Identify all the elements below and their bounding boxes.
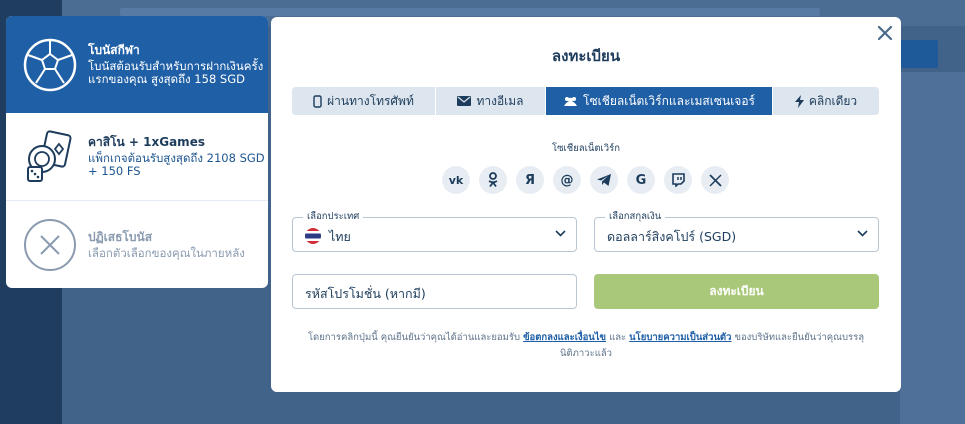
terms-and-conditions-link[interactable]: ข้อตกลงและเงื่อนไข — [523, 332, 606, 343]
sports-bonus-option[interactable]: โบนัสกีฬา โบนัสต้อนรับสำหรับการฝากเงินคร… — [6, 16, 268, 113]
chevron-down-icon — [555, 230, 566, 237]
tab-email-label: ทางอีเมล — [476, 93, 524, 108]
register-button[interactable]: ลงทะเบียน — [594, 274, 879, 309]
telegram-icon — [597, 174, 611, 186]
registration-method-tabs: ผ่านทางโทรศัพท์ ทางอีเมล โซเชียลเน็ตเวิร… — [292, 87, 879, 115]
decline-bonus-option[interactable]: ปฏิเสธโบนัส เลือกตัวเลือกของคุณในภายหลัง — [6, 202, 268, 288]
modal-title: ลงทะเบียน — [551, 47, 621, 65]
phone-icon — [313, 94, 322, 108]
casino-bonus-option[interactable]: คาสิโน + 1xGames แพ็กเกจต้อนรับสูงสุดถึง… — [6, 113, 268, 201]
lightning-icon — [794, 94, 804, 108]
promo-code-field[interactable]: รหัสโปรโมชั่น (หากมี) — [292, 274, 577, 309]
vk-icon: vk — [448, 173, 464, 187]
tab-one-click-label: คลิกเดียว — [808, 93, 858, 108]
casino-bonus-title: คาสิโน + 1xGames — [88, 134, 205, 149]
telegram-login-button[interactable] — [590, 166, 618, 194]
decline-bonus-title: ปฏิเสธโบนัส — [88, 229, 153, 244]
background-button — [900, 40, 938, 68]
bonus-selection-panel: โบนัสกีฬา โบนัสต้อนรับสำหรับการฝากเงินคร… — [6, 16, 268, 288]
soccer-ball-icon — [23, 38, 77, 91]
google-icon: G — [635, 172, 647, 188]
envelope-icon — [457, 96, 472, 106]
country-select-value: ไทย — [329, 229, 351, 244]
google-login-button[interactable]: G — [627, 166, 655, 194]
terms-notice: โดยการคลิกปุ่มนี้ คุณยืนยันว่าคุณได้อ่าน… — [293, 330, 879, 362]
mail-at-icon: @ — [560, 172, 574, 188]
chevron-down-icon — [857, 230, 868, 237]
currency-select-label: เลือกสกุลเงิน — [605, 211, 666, 223]
tab-phone[interactable]: ผ่านทางโทรศัพท์ — [292, 87, 436, 115]
background-column — [900, 72, 965, 424]
registration-modal: ลงทะเบียน ผ่านทางโทรศัพท์ ทางอีเมล โซเชี… — [271, 17, 901, 392]
country-select-label: เลือกประเทศ — [303, 211, 364, 223]
close-icon[interactable] — [877, 25, 893, 41]
odnoklassniki-icon — [488, 172, 498, 188]
twitch-icon — [671, 173, 685, 187]
yandex-icon: Я — [524, 172, 535, 188]
thailand-flag-icon — [305, 228, 321, 244]
terms-text-start: โดยการคลิกปุ่มนี้ คุณยืนยันว่าคุณได้อ่าน… — [307, 332, 524, 343]
background-topbar-text — [120, 8, 820, 16]
country-select[interactable]: เลือกประเทศ ไทย — [292, 211, 577, 252]
close-circle-icon — [24, 219, 76, 271]
sports-bonus-title: โบนัสกีฬา — [88, 42, 140, 57]
x-login-button[interactable] — [701, 166, 729, 194]
currency-select[interactable]: เลือกสกุลเงิน ดอลลาร์สิงคโปร์ (SGD) — [594, 211, 879, 252]
tab-phone-label: ผ่านทางโทรศัพท์ — [327, 93, 414, 108]
tab-email[interactable]: ทางอีเมล — [436, 87, 546, 115]
x-twitter-icon — [708, 173, 722, 187]
vk-login-button[interactable]: vk — [442, 166, 470, 194]
currency-select-value: ดอลลาร์สิงคโปร์ (SGD) — [607, 229, 737, 244]
users-icon — [564, 96, 577, 106]
promo-code-placeholder: รหัสโปรโมชั่น (หากมี) — [305, 286, 426, 301]
twitch-login-button[interactable] — [664, 166, 692, 194]
terms-text-middle: และ — [606, 332, 630, 343]
privacy-policy-link[interactable]: นโยบายความเป็นส่วนตัว — [629, 332, 731, 343]
sports-bonus-description: โบนัสต้อนรับสำหรับการฝากเงินครั้งแรกของค… — [88, 58, 264, 86]
decline-bonus-description: เลือกตัวเลือกของคุณในภายหลัง — [88, 245, 245, 260]
tab-one-click[interactable]: คลิกเดียว — [773, 87, 879, 115]
mailru-login-button[interactable]: @ — [553, 166, 581, 194]
odnoklassniki-login-button[interactable] — [479, 166, 507, 194]
social-login-buttons: vk Я @ G — [442, 166, 738, 194]
casino-bonus-description: แพ็กเกจต้อนรับสูงสุดถึง 2108 SGD + 150 F… — [88, 150, 265, 178]
social-networks-label: โซเชียลเน็ตเวิร์ก — [552, 143, 620, 154]
yandex-login-button[interactable]: Я — [516, 166, 544, 194]
tab-social-label: โซเชียลเน็ตเวิร์กและเมสเซนเจอร์ — [583, 93, 755, 108]
casino-chips-cards-icon — [27, 129, 72, 182]
tab-social-networks[interactable]: โซเชียลเน็ตเวิร์กและเมสเซนเจอร์ — [546, 87, 773, 115]
